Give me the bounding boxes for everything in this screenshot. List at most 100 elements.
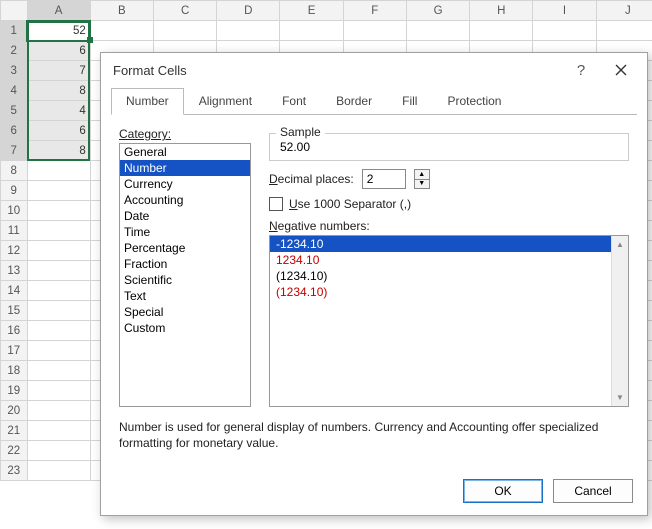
row-header[interactable]: 14 — [1, 281, 28, 301]
row-header[interactable]: 2 — [1, 41, 28, 61]
column-header[interactable]: D — [217, 1, 280, 21]
category-item[interactable]: Custom — [120, 320, 250, 336]
negative-format-item[interactable]: (1234.10) — [270, 268, 628, 284]
row-header[interactable]: 5 — [1, 101, 28, 121]
decimal-places-spinner[interactable]: ▲ ▼ — [414, 169, 430, 189]
cell[interactable] — [27, 181, 90, 201]
row-header[interactable]: 12 — [1, 241, 28, 261]
category-item[interactable]: Text — [120, 288, 250, 304]
category-item[interactable]: Currency — [120, 176, 250, 192]
cell[interactable] — [27, 161, 90, 181]
cell[interactable] — [27, 361, 90, 381]
row-header[interactable]: 6 — [1, 121, 28, 141]
column-header[interactable]: F — [343, 1, 406, 21]
category-item[interactable]: Date — [120, 208, 250, 224]
spinner-down-icon[interactable]: ▼ — [415, 180, 429, 189]
tab-alignment[interactable]: Alignment — [184, 88, 267, 115]
row-header[interactable]: 13 — [1, 261, 28, 281]
cell[interactable] — [27, 261, 90, 281]
cell[interactable] — [27, 281, 90, 301]
cell[interactable] — [343, 21, 406, 41]
column-header[interactable]: H — [470, 1, 533, 21]
row-header[interactable]: 17 — [1, 341, 28, 361]
cell[interactable] — [27, 381, 90, 401]
row-header[interactable]: 15 — [1, 301, 28, 321]
spinner-up-icon[interactable]: ▲ — [415, 170, 429, 180]
cell[interactable] — [27, 241, 90, 261]
cell[interactable] — [27, 421, 90, 441]
cell[interactable] — [406, 21, 469, 41]
category-item[interactable]: General — [120, 144, 250, 160]
cell[interactable] — [27, 221, 90, 241]
row-header[interactable]: 20 — [1, 401, 28, 421]
column-header[interactable]: G — [406, 1, 469, 21]
cell[interactable] — [27, 321, 90, 341]
negative-numbers-listbox[interactable]: -1234.101234.10(1234.10)(1234.10) ▲ ▼ — [269, 235, 629, 407]
tab-fill[interactable]: Fill — [387, 88, 432, 115]
row-header[interactable]: 4 — [1, 81, 28, 101]
category-listbox[interactable]: GeneralNumberCurrencyAccountingDateTimeP… — [119, 143, 251, 407]
cell[interactable]: 7 — [27, 61, 90, 81]
row-header[interactable]: 19 — [1, 381, 28, 401]
cell[interactable] — [27, 461, 90, 481]
category-item[interactable]: Fraction — [120, 256, 250, 272]
cell[interactable] — [90, 21, 153, 41]
row-header[interactable]: 10 — [1, 201, 28, 221]
tab-border[interactable]: Border — [321, 88, 387, 115]
cell[interactable] — [596, 21, 652, 41]
cell[interactable]: 6 — [27, 41, 90, 61]
row-header[interactable]: 16 — [1, 321, 28, 341]
column-header[interactable]: I — [533, 1, 596, 21]
cell[interactable]: 4 — [27, 101, 90, 121]
column-header[interactable]: A — [27, 1, 90, 21]
ok-button[interactable]: OK — [463, 479, 543, 503]
cell[interactable] — [470, 21, 533, 41]
category-item[interactable]: Percentage — [120, 240, 250, 256]
cell[interactable] — [27, 301, 90, 321]
select-all-corner[interactable] — [1, 1, 28, 21]
category-item[interactable]: Special — [120, 304, 250, 320]
category-item[interactable]: Scientific — [120, 272, 250, 288]
tab-font[interactable]: Font — [267, 88, 321, 115]
cell[interactable]: 8 — [27, 141, 90, 161]
row-header[interactable]: 22 — [1, 441, 28, 461]
cell[interactable] — [280, 21, 343, 41]
thousand-separator-checkbox[interactable]: Use 1000 Separator (,) — [269, 197, 629, 211]
negative-format-item[interactable]: 1234.10 — [270, 252, 628, 268]
row-header[interactable]: 21 — [1, 421, 28, 441]
cell[interactable]: 6 — [27, 121, 90, 141]
cell[interactable] — [153, 21, 216, 41]
scroll-up-icon[interactable]: ▲ — [612, 236, 628, 253]
cell[interactable] — [27, 441, 90, 461]
column-header[interactable]: C — [153, 1, 216, 21]
negative-format-item[interactable]: -1234.10 — [270, 236, 628, 252]
cell[interactable]: 52 — [27, 21, 90, 41]
cell[interactable] — [27, 341, 90, 361]
cell[interactable] — [27, 201, 90, 221]
row-header[interactable]: 1 — [1, 21, 28, 41]
close-button[interactable] — [601, 56, 641, 84]
cell[interactable]: 8 — [27, 81, 90, 101]
column-header[interactable]: J — [596, 1, 652, 21]
category-item[interactable]: Accounting — [120, 192, 250, 208]
column-header[interactable]: B — [90, 1, 153, 21]
row-header[interactable]: 3 — [1, 61, 28, 81]
row-header[interactable]: 7 — [1, 141, 28, 161]
negative-format-item[interactable]: (1234.10) — [270, 284, 628, 300]
row-header[interactable]: 11 — [1, 221, 28, 241]
cell[interactable] — [27, 401, 90, 421]
cell[interactable] — [217, 21, 280, 41]
scrollbar[interactable]: ▲ ▼ — [611, 236, 628, 406]
row-header[interactable]: 9 — [1, 181, 28, 201]
cell[interactable] — [533, 21, 596, 41]
row-header[interactable]: 23 — [1, 461, 28, 481]
titlebar[interactable]: Format Cells ? — [101, 53, 647, 87]
category-item[interactable]: Number — [120, 160, 250, 176]
scroll-down-icon[interactable]: ▼ — [612, 389, 628, 406]
category-item[interactable]: Time — [120, 224, 250, 240]
tab-number[interactable]: Number — [111, 88, 184, 115]
tab-protection[interactable]: Protection — [432, 88, 516, 115]
row-header[interactable]: 18 — [1, 361, 28, 381]
help-button[interactable]: ? — [561, 56, 601, 84]
decimal-places-input[interactable] — [362, 169, 406, 189]
